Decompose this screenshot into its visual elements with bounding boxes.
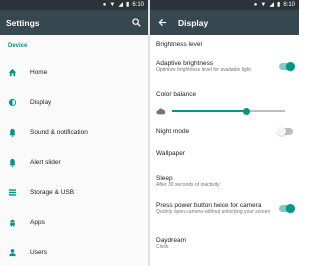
app-bar: Settings: [0, 10, 148, 35]
pref-color-balance: Color balance: [150, 89, 299, 117]
display-brightness-icon: [6, 96, 18, 108]
night-mode-toggle[interactable]: [277, 126, 293, 136]
location-icon: ●: [253, 2, 258, 8]
cloud-icon: [156, 102, 166, 120]
page-title: Settings: [6, 17, 40, 28]
status-bar: ● ▼ ◢ ▮ 6:10: [0, 0, 148, 10]
menu-item-apps[interactable]: Apps: [0, 207, 148, 237]
pref-power-button-camera[interactable]: Press power button twice for camera Quic…: [150, 200, 299, 233]
android-icon: [6, 216, 18, 228]
section-header-device: Device: [8, 43, 28, 49]
page-title: Display: [178, 17, 209, 28]
pref-title: Night mode: [156, 128, 190, 135]
pref-title: Brightness level: [156, 41, 202, 48]
settings-screen: ● ▼ ◢ ▮ 6:10 Settings Device Home Displa…: [0, 0, 148, 266]
pref-title: Press power button twice for camera: [156, 202, 262, 209]
pref-title: Adaptive brightness: [156, 60, 214, 67]
search-icon[interactable]: [130, 17, 142, 29]
app-bar: Display: [150, 10, 299, 35]
menu-item-label: Users: [30, 248, 47, 256]
status-bar: ● ▼ ◢ ▮ 6:10: [150, 0, 299, 10]
pref-title: Color balance: [156, 91, 197, 98]
menu-item-label: Display: [30, 98, 52, 106]
location-icon: ●: [102, 2, 107, 8]
storage-icon: [6, 186, 18, 198]
pref-summary: Optimize brightness level for available …: [156, 67, 251, 73]
menu-item-display[interactable]: Display: [0, 87, 148, 117]
alert-slider-bell-icon: [6, 156, 18, 168]
menu-item-label: Sound & notification: [30, 128, 88, 136]
menu-item-alert-slider[interactable]: Alert slider: [0, 147, 148, 177]
menu-item-label: Alert slider: [30, 158, 61, 166]
menu-item-home[interactable]: Home: [0, 57, 148, 87]
pref-night-mode[interactable]: Night mode: [150, 117, 299, 146]
wifi-icon: ▼: [260, 2, 267, 8]
bell-icon: [6, 126, 18, 138]
pref-daydream[interactable]: Daydream Clock: [150, 233, 299, 259]
menu-item-label: Apps: [30, 218, 45, 226]
color-balance-slider[interactable]: [172, 107, 285, 115]
battery-icon: ▮: [277, 2, 281, 8]
pref-wallpaper[interactable]: Wallpaper: [150, 146, 299, 171]
battery-icon: ▮: [126, 2, 130, 8]
display-screen: ● ▼ ◢ ▮ 6:10 Display Brightness level Ad…: [150, 0, 299, 266]
slider-thumb[interactable]: [243, 107, 251, 115]
signal-icon: ◢: [269, 2, 274, 8]
user-icon: [6, 246, 18, 258]
pref-summary: Clock: [156, 244, 169, 250]
home-icon: [6, 66, 18, 78]
wifi-icon: ▼: [109, 2, 116, 8]
menu-item-storage-usb[interactable]: Storage & USB: [0, 177, 148, 207]
status-time: 6:10: [132, 2, 144, 8]
menu-item-users[interactable]: Users: [0, 237, 148, 266]
menu-item-label: Home: [30, 68, 48, 76]
pref-brightness-level[interactable]: Brightness level: [150, 35, 299, 56]
pref-adaptive-brightness[interactable]: Adaptive brightness Optimize brightness …: [150, 56, 299, 89]
power-button-camera-toggle[interactable]: [279, 203, 295, 213]
menu-item-sound-notification[interactable]: Sound & notification: [0, 117, 148, 147]
adaptive-brightness-toggle[interactable]: [279, 61, 295, 71]
pref-title: Wallpaper: [156, 150, 186, 157]
pref-sleep[interactable]: Sleep After 30 seconds of inactivity: [150, 171, 299, 200]
pref-title: Daydream: [156, 237, 186, 244]
status-time: 6:10: [283, 2, 295, 8]
pref-summary: Quickly open camera without unlocking yo…: [156, 209, 271, 215]
signal-icon: ◢: [118, 2, 123, 8]
pref-summary: After 30 seconds of inactivity: [156, 182, 220, 188]
pref-title: Sleep: [156, 175, 173, 182]
back-arrow-icon[interactable]: [156, 17, 168, 29]
menu-item-label: Storage & USB: [30, 188, 75, 196]
